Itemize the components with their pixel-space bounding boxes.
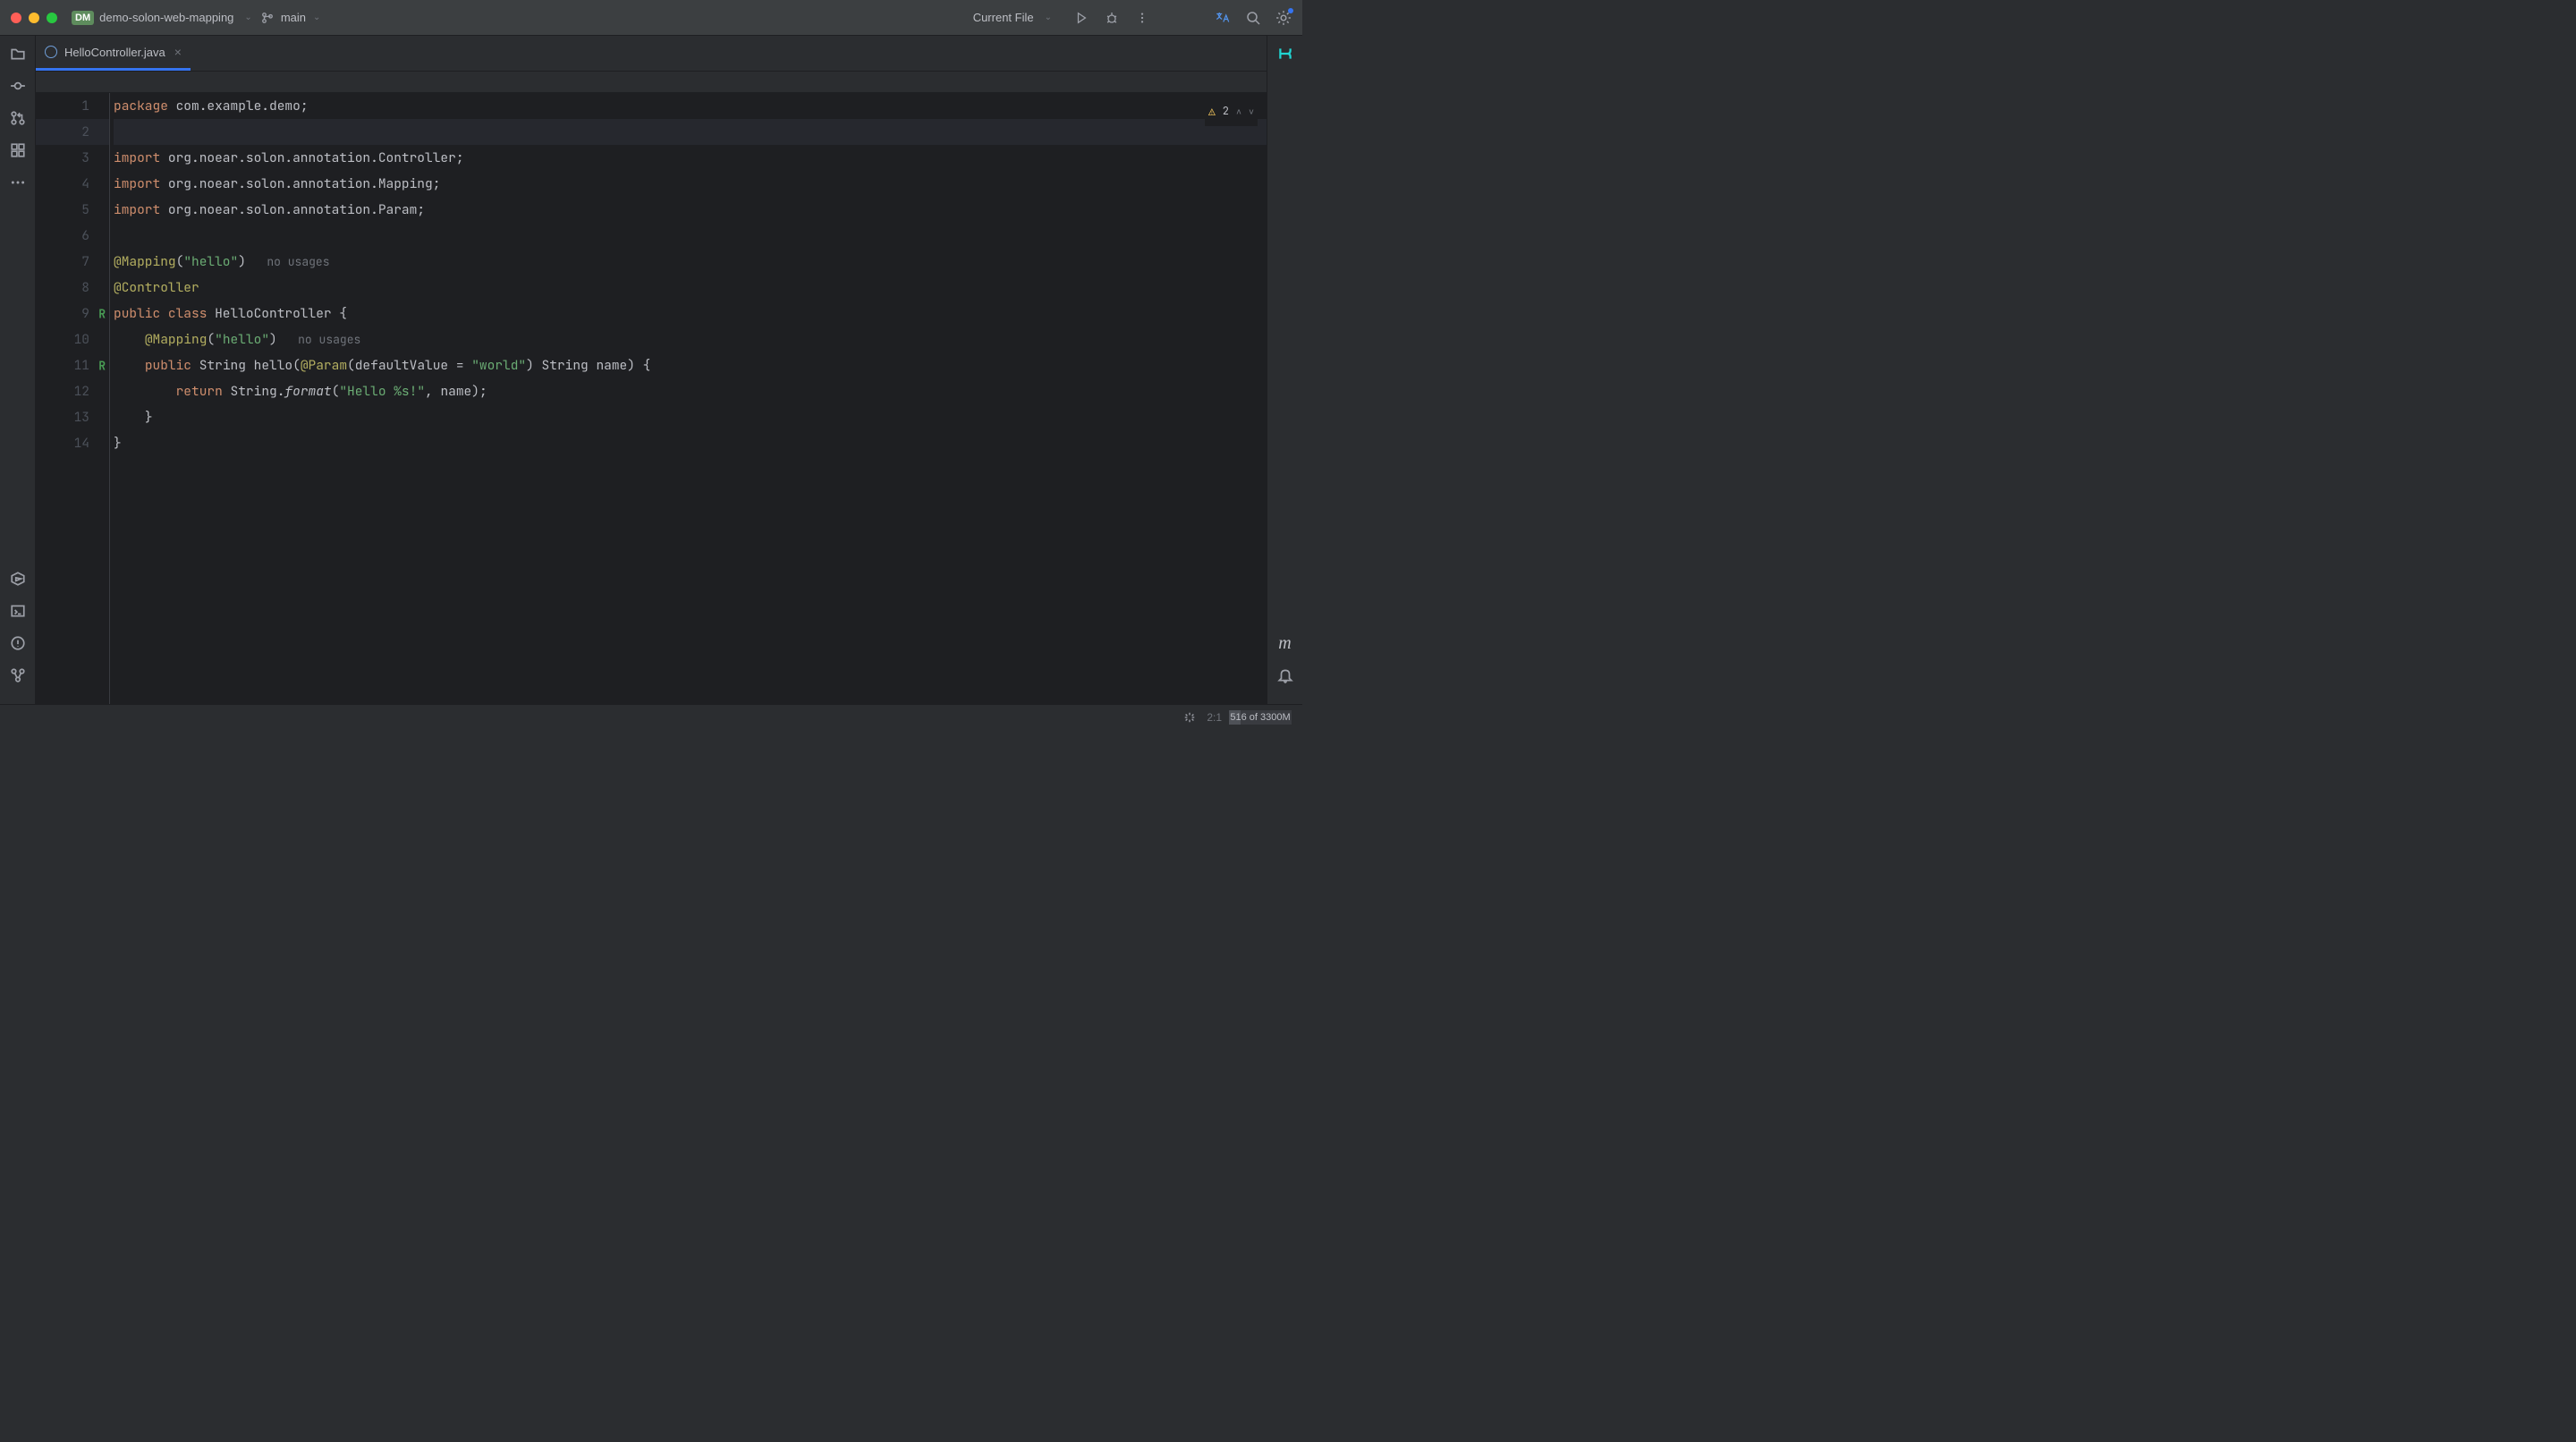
translate-icon[interactable] [1215, 10, 1231, 26]
code-content[interactable]: ⚠ 2 ∧ ∨ package com.example.demo; import… [110, 93, 1267, 704]
line-number[interactable]: 3 [36, 145, 109, 171]
editor-tab[interactable]: HelloController.java × [36, 36, 191, 71]
cursor-position[interactable]: 2:1 [1207, 711, 1222, 724]
left-tool-sidebar [0, 36, 36, 704]
run-gutter-icon[interactable]: R [98, 352, 106, 378]
status-indexing-icon[interactable] [1183, 711, 1196, 724]
branch-name[interactable]: main [281, 11, 306, 24]
settings-icon[interactable] [1275, 10, 1292, 26]
vcs-tool-icon[interactable] [7, 665, 29, 686]
more-icon[interactable] [1134, 10, 1150, 26]
line-number[interactable]: 8 [36, 275, 109, 301]
editor-tabs: HelloController.java × [36, 36, 1267, 72]
ai-assistant-icon[interactable] [1275, 43, 1296, 64]
memory-indicator[interactable]: 516 of 3300M [1229, 710, 1292, 725]
line-number[interactable]: 4 [36, 171, 109, 197]
line-number[interactable]: 5 [36, 197, 109, 223]
commit-tool-icon[interactable] [7, 75, 29, 97]
run-icon[interactable] [1073, 10, 1089, 26]
line-number[interactable]: 14 [36, 430, 109, 456]
gutter: 1 2 3 4 5 6 7 8 9R 10 11R 12 13 14 [36, 93, 109, 704]
line-number[interactable]: 7 [36, 249, 109, 275]
close-tab-icon[interactable]: × [174, 45, 182, 59]
next-highlight-icon[interactable]: ∨ [1249, 98, 1254, 124]
prev-highlight-icon[interactable]: ∧ [1236, 98, 1241, 124]
tab-file-name: HelloController.java [64, 46, 165, 59]
line-number[interactable]: 1 [36, 93, 109, 119]
branch-dropdown-icon[interactable]: ⌄ [313, 13, 320, 22]
notifications-icon[interactable] [1275, 665, 1296, 686]
line-number[interactable]: 2 [36, 119, 109, 145]
run-config-selector[interactable]: Current File ⌄ [973, 11, 1059, 24]
search-icon[interactable] [1245, 10, 1261, 26]
code-editor[interactable]: 1 2 3 4 5 6 7 8 9R 10 11R 12 13 14 ⚠ 2 [36, 93, 1267, 704]
minimize-window-button[interactable] [29, 13, 39, 23]
window-controls [11, 13, 57, 23]
structure-tool-icon[interactable] [7, 140, 29, 161]
debug-icon[interactable] [1104, 10, 1120, 26]
terminal-tool-icon[interactable] [7, 600, 29, 622]
services-tool-icon[interactable] [7, 568, 29, 590]
project-name[interactable]: demo-solon-web-mapping [99, 11, 233, 24]
breadcrumb-bar [36, 72, 1267, 93]
warning-icon: ⚠ [1208, 98, 1216, 124]
right-tool-sidebar: m [1267, 36, 1302, 704]
statusbar: 2:1 516 of 3300M [0, 704, 1302, 729]
run-config-label: Current File [973, 11, 1034, 24]
line-number[interactable]: 13 [36, 404, 109, 430]
titlebar: DM demo-solon-web-mapping ⌄ main ⌄ Curre… [0, 0, 1302, 36]
inspection-widget[interactable]: ⚠ 2 ∧ ∨ [1205, 97, 1258, 126]
chevron-down-icon: ⌄ [1045, 13, 1052, 22]
maven-tool-icon[interactable]: m [1275, 632, 1296, 654]
line-number[interactable]: 11R [36, 352, 109, 378]
project-tool-icon[interactable] [7, 43, 29, 64]
more-tool-icon[interactable] [7, 172, 29, 193]
warning-count: 2 [1223, 98, 1229, 124]
pull-request-tool-icon[interactable] [7, 107, 29, 129]
close-window-button[interactable] [11, 13, 21, 23]
problems-tool-icon[interactable] [7, 632, 29, 654]
branch-icon [259, 10, 275, 26]
run-gutter-icon[interactable]: R [98, 301, 106, 327]
project-badge: DM [72, 11, 94, 25]
line-number[interactable]: 10 [36, 327, 109, 352]
maximize-window-button[interactable] [47, 13, 57, 23]
line-number[interactable]: 9R [36, 301, 109, 327]
line-number[interactable]: 6 [36, 223, 109, 249]
java-class-icon [45, 46, 57, 58]
project-dropdown-icon[interactable]: ⌄ [244, 13, 251, 22]
line-number[interactable]: 12 [36, 378, 109, 404]
memory-text: 516 of 3300M [1229, 710, 1292, 725]
